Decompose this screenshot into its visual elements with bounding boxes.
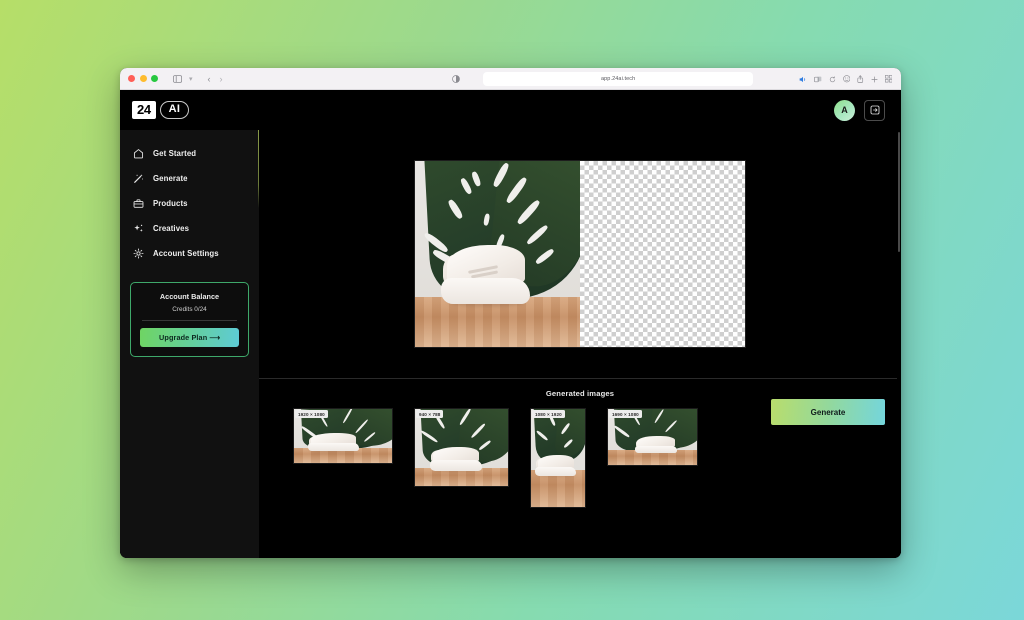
- sidebar-item-label: Products: [153, 199, 188, 208]
- sidebar-item-label: Creatives: [153, 224, 190, 233]
- divider: [142, 320, 237, 321]
- sidebar-toggle-icon[interactable]: [173, 74, 182, 83]
- minimize-window-button[interactable]: [139, 75, 147, 82]
- logo-24-mark: 24: [132, 100, 156, 120]
- app-logo[interactable]: 24 AI: [132, 100, 190, 120]
- photo-sneaker: [441, 243, 531, 307]
- sidebar: Get Started Generate Products Creatives …: [120, 130, 259, 558]
- sidebar-item-generate[interactable]: Generate: [120, 166, 259, 191]
- logout-icon: [870, 105, 879, 115]
- scrollbar-thumb[interactable]: [897, 132, 900, 252]
- url-text: app.24ai.tech: [600, 76, 636, 82]
- thumbnail-item[interactable]: 1690 × 1080: [607, 408, 698, 466]
- sidebar-item-creatives[interactable]: Creatives: [120, 216, 259, 241]
- application-root: 24 AI A Get Started Generate Products Cr…: [120, 90, 901, 558]
- browser-window: ▾ ‹ › app.24ai.tech 24 AI A Get Started …: [120, 68, 901, 558]
- sparkles-icon: [133, 223, 144, 234]
- contrast-icon[interactable]: [452, 74, 460, 83]
- magic-wand-icon: [133, 173, 144, 184]
- extensions-icon[interactable]: [813, 70, 822, 88]
- header-actions: A: [834, 99, 885, 121]
- transparent-result-panel: [580, 161, 745, 347]
- home-icon: [133, 148, 144, 159]
- before-after-preview[interactable]: [415, 161, 745, 347]
- reload-icon[interactable]: [829, 70, 836, 88]
- upgrade-plan-button[interactable]: Upgrade Plan ⟶: [140, 328, 239, 347]
- new-tab-icon[interactable]: [871, 70, 878, 88]
- sidebar-item-products[interactable]: Products: [120, 191, 259, 216]
- logout-button[interactable]: [864, 99, 885, 121]
- sidebar-item-get-started[interactable]: Get Started: [120, 141, 259, 166]
- balance-title: Account Balance: [159, 292, 220, 301]
- size-badge: 1690 × 1080: [609, 410, 642, 419]
- generated-images-section: Generated images Generate 1920 × 1080 94…: [259, 379, 901, 558]
- sidebar-item-label: Account Settings: [153, 249, 219, 258]
- logo-ai-mark: AI: [159, 100, 190, 120]
- forward-button[interactable]: ›: [220, 74, 223, 84]
- account-balance-card: Account Balance Credits 0/24 Upgrade Pla…: [130, 282, 249, 357]
- audio-icon[interactable]: [799, 70, 807, 88]
- app-header: 24 AI A: [120, 90, 901, 130]
- size-badge: 1920 × 1080: [295, 410, 328, 419]
- toolbar-icons: [799, 70, 893, 88]
- share-icon[interactable]: [857, 70, 864, 88]
- thumbnail-item[interactable]: 1920 × 1080: [293, 408, 393, 464]
- sidebar-item-label: Get Started: [153, 149, 197, 158]
- tab-overview-icon[interactable]: [884, 70, 893, 88]
- balance-credits: Credits 0/24: [172, 306, 207, 313]
- address-bar[interactable]: app.24ai.tech: [483, 72, 754, 86]
- size-badge: 1080 × 1920: [532, 410, 565, 419]
- scrollbar[interactable]: [897, 130, 901, 558]
- avatar[interactable]: A: [834, 99, 855, 121]
- traffic-lights: [128, 75, 158, 82]
- close-window-button[interactable]: [128, 75, 135, 82]
- generate-button[interactable]: Generate: [771, 399, 885, 425]
- nav-arrows: ‹ ›: [208, 74, 223, 84]
- thumbnail-image: [414, 408, 509, 487]
- thumbnail-item[interactable]: 1080 × 1920: [530, 408, 586, 508]
- chevron-down-icon[interactable]: ▾: [189, 75, 193, 83]
- size-badge: 940 × 788: [416, 410, 444, 419]
- briefcase-icon: [133, 198, 144, 209]
- preview-area: [259, 130, 901, 378]
- thumbnail-image: [530, 408, 586, 508]
- generated-images-title: Generated images: [545, 389, 615, 398]
- original-image-panel: [415, 161, 580, 347]
- sidebar-item-label: Generate: [153, 174, 188, 183]
- sidebar-item-account-settings[interactable]: Account Settings: [120, 241, 259, 266]
- profile-icon[interactable]: [842, 70, 851, 88]
- sidebar-nav: Get Started Generate Products Creatives …: [120, 141, 259, 266]
- browser-toolbar: ▾ ‹ › app.24ai.tech: [120, 68, 901, 90]
- maximize-window-button[interactable]: [151, 75, 158, 82]
- main-content: Generated images Generate 1920 × 1080 94…: [259, 130, 901, 558]
- gear-icon: [133, 248, 144, 259]
- thumbnail-item[interactable]: 940 × 788: [414, 408, 509, 487]
- app-body: Get Started Generate Products Creatives …: [120, 130, 901, 558]
- back-button[interactable]: ‹: [208, 74, 211, 84]
